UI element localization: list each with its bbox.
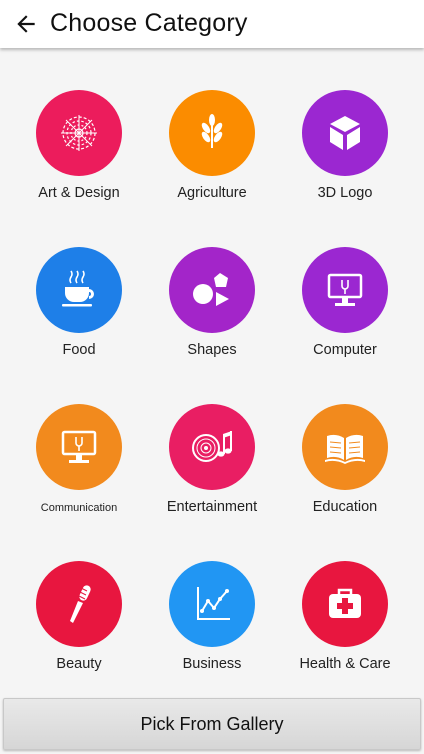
pick-from-gallery-button[interactable]: Pick From Gallery bbox=[3, 698, 421, 750]
category-agriculture[interactable]: Agriculture bbox=[142, 90, 282, 220]
category-label: Shapes bbox=[187, 342, 237, 358]
category-circle bbox=[302, 561, 388, 647]
category-health-care[interactable]: Health & Care bbox=[275, 561, 415, 691]
category-computer[interactable]: Computer bbox=[275, 247, 415, 377]
category-label: Food bbox=[62, 342, 96, 358]
back-button[interactable] bbox=[12, 10, 40, 38]
spiral-pattern-icon bbox=[61, 115, 97, 151]
category-circle bbox=[36, 561, 122, 647]
category-circle bbox=[302, 247, 388, 333]
growth-chart-icon bbox=[197, 587, 230, 620]
category-circle bbox=[36, 90, 122, 176]
category-label: Beauty bbox=[56, 656, 102, 672]
monitor-icon bbox=[61, 430, 97, 463]
coffee-cup-icon bbox=[62, 270, 94, 307]
category-label: Education bbox=[312, 499, 378, 515]
category-circle bbox=[36, 247, 122, 333]
category-circle bbox=[169, 404, 255, 490]
open-book-icon bbox=[325, 434, 365, 464]
category-circle bbox=[169, 247, 255, 333]
category-communication[interactable]: Communication bbox=[9, 404, 149, 534]
category-label: Health & Care bbox=[299, 656, 391, 672]
category-grid: Art & Design Agriculture 3D Logo Food Sh… bbox=[0, 48, 424, 693]
category-food[interactable]: Food bbox=[9, 247, 149, 377]
category-label: Communication bbox=[40, 502, 118, 514]
category-shapes[interactable]: Shapes bbox=[142, 247, 282, 377]
category-label: Art & Design bbox=[38, 185, 120, 201]
category-circle bbox=[36, 404, 122, 490]
monitor-icon bbox=[327, 273, 363, 306]
shapes-icon bbox=[193, 273, 229, 306]
arrow-left-icon bbox=[17, 15, 35, 33]
first-aid-kit-icon bbox=[329, 588, 361, 618]
category-label: Computer bbox=[313, 342, 377, 358]
wheat-icon bbox=[201, 114, 223, 148]
category-circle bbox=[302, 90, 388, 176]
category-circle bbox=[302, 404, 388, 490]
category-art-design[interactable]: Art & Design bbox=[9, 90, 149, 220]
app-header: Choose Category bbox=[0, 0, 424, 48]
category-label: Agriculture bbox=[177, 185, 247, 201]
category-beauty[interactable]: Beauty bbox=[9, 561, 149, 691]
cube-icon bbox=[330, 116, 360, 150]
music-disc-icon bbox=[192, 431, 232, 462]
page-title: Choose Category bbox=[50, 9, 248, 37]
category-label: Business bbox=[182, 656, 242, 672]
category-education[interactable]: Education bbox=[275, 404, 415, 534]
category-entertainment[interactable]: Entertainment bbox=[142, 404, 282, 534]
category-label: 3D Logo bbox=[317, 185, 373, 201]
category-3d-logo[interactable]: 3D Logo bbox=[275, 90, 415, 220]
brush-icon bbox=[70, 585, 91, 623]
category-circle bbox=[169, 90, 255, 176]
category-label: Entertainment bbox=[166, 499, 258, 515]
category-business[interactable]: Business bbox=[142, 561, 282, 691]
category-circle bbox=[169, 561, 255, 647]
